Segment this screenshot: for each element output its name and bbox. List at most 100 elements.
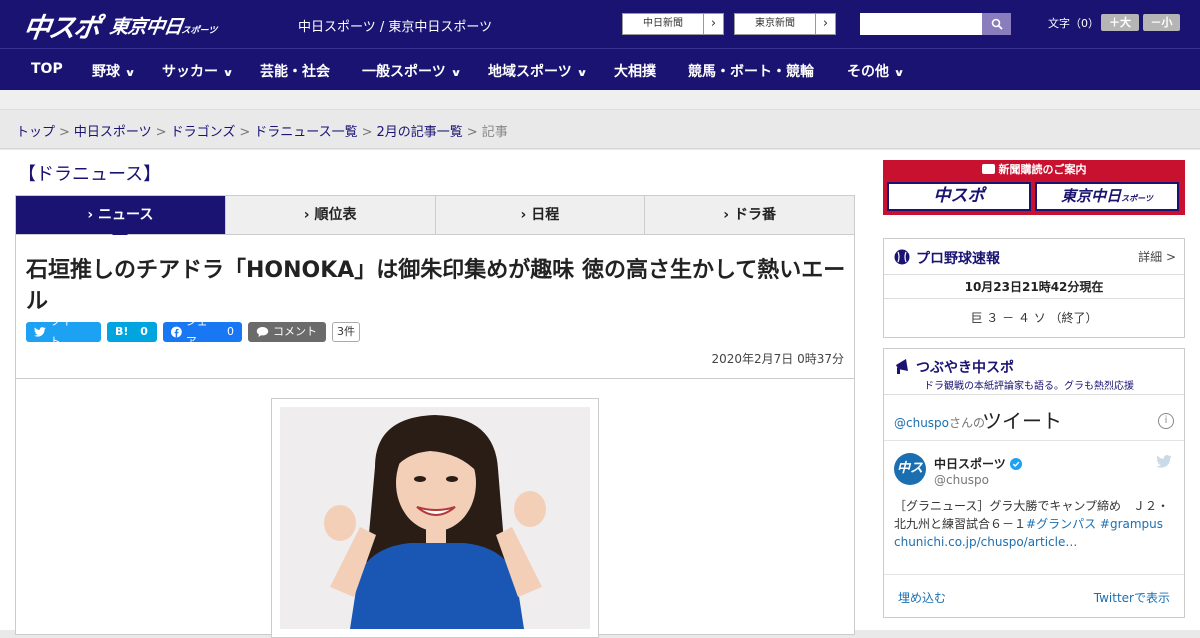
tweets-handle-link[interactable]: @chuspo bbox=[894, 416, 949, 430]
nav-label: 地域スポーツ bbox=[488, 64, 572, 80]
site-name-link[interactable]: 中日スポーツ / 東京中日スポーツ bbox=[298, 16, 492, 35]
pro-baseball-time: 10月23日21時42分現在 bbox=[884, 275, 1184, 299]
hatena-bookmark-button[interactable]: B! 0 bbox=[107, 322, 157, 342]
nav-item-entertainment[interactable]: 芸能・社会 bbox=[260, 61, 330, 81]
tokyo-chunichi-logo[interactable]: 東京中日スポーツ bbox=[108, 12, 220, 39]
promo-title: 新聞購読のご案内 bbox=[998, 163, 1087, 176]
comment-count-badge: 3件 bbox=[332, 322, 360, 342]
promo-header: 新聞購読のご案内 bbox=[885, 162, 1183, 178]
promo-tokyo-small: スポーツ bbox=[1121, 194, 1153, 203]
nav-item-soccer[interactable]: サッカー ∨ bbox=[162, 61, 234, 81]
tweet-hashtag-grampus-jp[interactable]: #グランパス bbox=[1026, 517, 1096, 531]
tweets-header: @chuspoさんの ツイート i bbox=[884, 395, 1184, 441]
nav-label: 芸能・社会 bbox=[260, 64, 330, 80]
info-icon[interactable]: i bbox=[1158, 413, 1174, 429]
nav-item-baseball[interactable]: 野球 ∨ bbox=[92, 61, 136, 81]
pro-baseball-header: プロ野球速報 詳細 > bbox=[884, 239, 1184, 275]
facebook-count: 0 bbox=[227, 325, 234, 338]
facebook-label: シェア bbox=[185, 315, 208, 348]
article-headline: 石垣推しのチアドラ「HONOKA」は御朱印集めが趣味 徳の高さ生かして熱いエール bbox=[26, 258, 846, 314]
news-tabs: › ニュース › 順位表 › 日程 › ドラ番 bbox=[15, 195, 855, 242]
tokyo-shimbun-link[interactable]: 東京新聞 › bbox=[734, 13, 836, 35]
breadcrumb-current: 記事 bbox=[481, 125, 508, 140]
search-input[interactable] bbox=[860, 13, 982, 35]
nav-label: TOP bbox=[31, 61, 63, 77]
pro-baseball-detail-link[interactable]: 詳細 > bbox=[1138, 248, 1176, 265]
article: 石垣推しのチアドラ「HONOKA」は御朱印集めが趣味 徳の高さ生かして熱いエール… bbox=[15, 235, 855, 638]
hatena-count: 0 bbox=[140, 325, 148, 338]
nav-label: 大相撲 bbox=[614, 64, 656, 80]
embed-link[interactable]: 埋め込む bbox=[898, 589, 946, 606]
chevron-right-icon: › bbox=[303, 207, 310, 223]
nav-label: その他 bbox=[847, 64, 889, 80]
nav-item-regional-sports[interactable]: 地域スポーツ ∨ bbox=[488, 61, 588, 81]
breadcrumb-top[interactable]: トップ bbox=[16, 125, 55, 140]
nav-item-general-sports[interactable]: 一般スポーツ ∨ bbox=[362, 61, 462, 81]
avatar[interactable]: 中ス bbox=[894, 453, 926, 485]
tweet-hashtag-grampus[interactable]: #grampus bbox=[1100, 517, 1163, 531]
font-smaller-button[interactable]: －小 bbox=[1143, 14, 1180, 31]
sub-band bbox=[0, 90, 1200, 110]
breadcrumb-dragons[interactable]: ドラゴンズ bbox=[171, 125, 236, 140]
article-photo-frame bbox=[271, 398, 599, 638]
nav-label: サッカー bbox=[162, 64, 218, 80]
speech-bubble-icon bbox=[256, 327, 269, 337]
top-header: 中スポ 東京中日スポーツ 中日スポーツ / 東京中日スポーツ 中日新聞 › 東京… bbox=[0, 0, 1200, 48]
chevron-right-icon: › bbox=[520, 207, 527, 223]
chunichi-shimbun-link[interactable]: 中日新聞 › bbox=[622, 13, 724, 35]
tweets-footer: 埋め込む Twitterで表示 bbox=[884, 574, 1184, 618]
comment-label: コメント bbox=[273, 325, 317, 338]
tweet-author-handle[interactable]: @chuspo bbox=[934, 473, 989, 487]
search-button[interactable] bbox=[982, 13, 1011, 35]
article-date: 2020年2月7日 0時37分 bbox=[711, 352, 844, 366]
chuspo-logo[interactable]: 中スポ bbox=[21, 6, 101, 45]
tab-dora-ban[interactable]: › ドラ番 bbox=[645, 196, 854, 234]
nav-item-top[interactable]: TOP bbox=[31, 61, 63, 77]
cheerleader-photo bbox=[280, 407, 590, 629]
nav-label: 競馬・ボート・競輪 bbox=[688, 64, 814, 80]
tweet-text: ［グラニュース］グラ大勝でキャンプ締め Ｊ２・北九州と練習試合６－１#グランパス… bbox=[894, 497, 1176, 551]
main-nav: TOP 野球 ∨ サッカー ∨ 芸能・社会 一般スポーツ ∨ 地域スポーツ ∨ 大相撲 … bbox=[0, 48, 1200, 90]
tab-label: ドラ番 bbox=[733, 207, 776, 223]
tweet-button[interactable]: ツイート bbox=[26, 315, 101, 348]
breadcrumb-separator: > bbox=[155, 125, 167, 140]
tab-news[interactable]: › ニュース bbox=[16, 196, 226, 242]
chevron-down-icon: ∨ bbox=[124, 68, 136, 79]
view-on-twitter-link[interactable]: Twitterで表示 bbox=[1094, 589, 1170, 606]
chevron-down-icon: ∨ bbox=[893, 68, 905, 79]
pro-baseball-score[interactable]: 巨 ３ － ４ ソ （終了） bbox=[884, 299, 1184, 337]
tweet-link[interactable]: chunichi.co.jp/chuspo/article… bbox=[894, 535, 1077, 549]
breadcrumb-chuspo[interactable]: 中日スポーツ bbox=[74, 125, 152, 140]
tab-schedule[interactable]: › 日程 bbox=[435, 196, 646, 234]
tweets-handle-suffix: さんの bbox=[949, 416, 986, 430]
tweets-title: つぶやき中スポ bbox=[916, 360, 1014, 376]
twitter-bird-icon[interactable] bbox=[1156, 455, 1172, 468]
section-title: 【ドラニュース】 bbox=[18, 164, 162, 185]
breadcrumb: トップ > 中日スポーツ > ドラゴンズ > ドラニュース一覧 >2月の記事一覧 > 記事 bbox=[0, 111, 1200, 149]
megaphone-icon bbox=[896, 359, 908, 374]
chevron-right-icon: › bbox=[87, 207, 94, 223]
chevron-down-icon: ∨ bbox=[450, 68, 462, 79]
promo-tokyo-link[interactable]: 東京中日スポーツ bbox=[1035, 182, 1179, 211]
tweet-author-name[interactable]: 中日スポーツ bbox=[934, 455, 1022, 472]
facebook-share-button[interactable]: シェア 0 bbox=[163, 315, 242, 348]
ext-link-label: 東京新聞 bbox=[755, 18, 795, 29]
subscription-promo[interactable]: 新聞購読のご案内 中スポ 東京中日スポーツ bbox=[883, 160, 1185, 215]
nav-item-other[interactable]: その他 ∨ bbox=[847, 61, 905, 81]
breadcrumb-february[interactable]: 2月の記事一覧 bbox=[377, 125, 463, 140]
tab-standings[interactable]: › 順位表 bbox=[225, 196, 436, 234]
promo-tokyo-text: 東京中日 bbox=[1061, 187, 1122, 205]
pro-baseball-widget: プロ野球速報 詳細 > 10月23日21時42分現在 巨 ３ － ４ ソ （終了… bbox=[883, 238, 1185, 338]
tab-label: 順位表 bbox=[314, 207, 357, 223]
verified-badge-icon bbox=[1009, 458, 1022, 470]
chevron-down-icon: ∨ bbox=[576, 68, 588, 79]
font-bigger-button[interactable]: ＋大 bbox=[1101, 14, 1139, 31]
nav-label: 一般スポーツ bbox=[362, 64, 446, 80]
comment-button[interactable]: コメント bbox=[248, 322, 326, 342]
breadcrumb-dora-news[interactable]: ドラニュース一覧 bbox=[254, 125, 357, 140]
nav-item-sumo[interactable]: 大相撲 bbox=[614, 61, 656, 81]
promo-chuspo-link[interactable]: 中スポ bbox=[887, 182, 1031, 211]
twitter-widget: つぶやき中スポ ドラ観戦の本紙評論家も語る。グラも熱烈応援 @chuspoさんの… bbox=[883, 348, 1185, 618]
chevron-down-icon: ∨ bbox=[222, 68, 234, 79]
nav-item-racing[interactable]: 競馬・ボート・競輪 bbox=[688, 61, 814, 81]
